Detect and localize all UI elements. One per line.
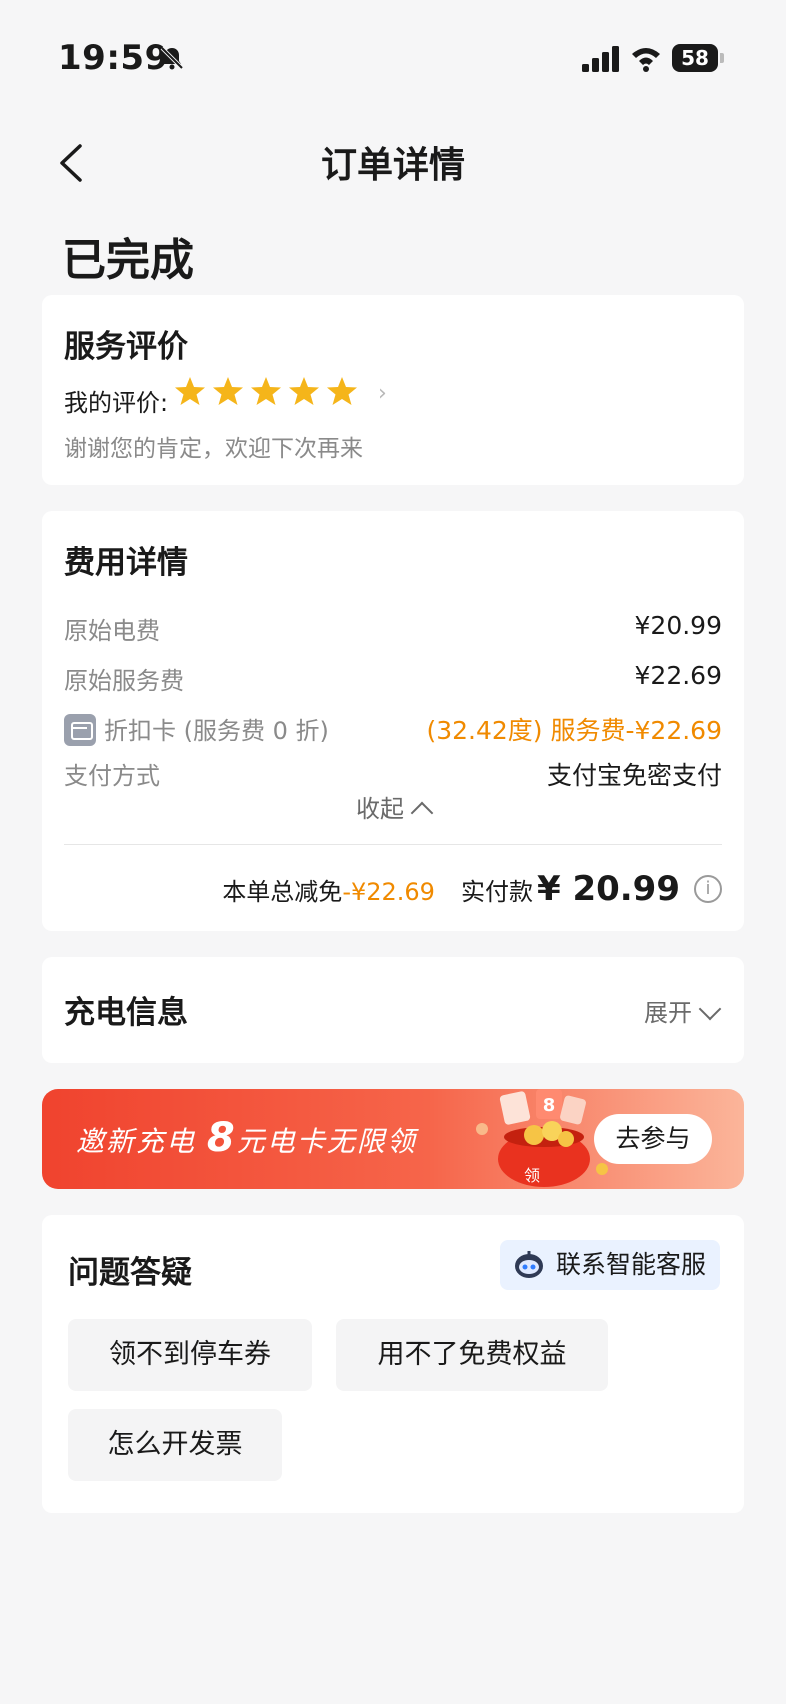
fee-label: 折扣卡 (服务费 0 折) [104,717,329,745]
collapse-button[interactable]: 收起 [42,789,744,825]
expand-label: 展开 [644,999,692,1027]
cellular-signal-icon [582,46,619,72]
collapse-label: 收起 [356,795,404,823]
promo-banner[interactable]: 邀新充电 8元电卡无限领 8 领 去参与 [42,1089,744,1189]
star-icon [251,377,281,405]
total-discount-value: -¥22.69 [342,878,435,906]
rating-title: 服务评价 [64,329,188,365]
fee-title: 费用详情 [64,545,188,581]
fee-label: 原始电费 [64,617,160,645]
fee-row-electricity: 原始电费 ¥20.99 [64,611,722,645]
charging-title: 充电信息 [64,995,188,1031]
battery-icon: 58 [672,44,724,72]
star-icon [289,377,319,405]
info-icon[interactable]: i [694,875,722,903]
contact-support-button[interactable]: 联系智能客服 [499,1240,720,1290]
faq-chip[interactable]: 领不到停车券 [68,1319,312,1391]
gift-number: 8 [543,1095,556,1116]
bell-muted-icon [160,46,184,70]
paid-amount: ¥ 20.99 [536,869,680,909]
fee-value: ¥20.99 [634,611,722,640]
fee-value: 支付宝免密支付 [546,761,722,790]
star-rating [174,375,364,407]
star-icon [175,377,205,405]
chevron-down-icon [698,997,722,1021]
total-discount-label: 本单总减免 [222,878,343,906]
faq-card: 问题答疑 联系智能客服 领不到停车券 用不了免费权益 怎么开发票 [42,1215,744,1513]
wifi-icon [632,48,660,72]
charging-info-card: 充电信息 展开 [42,957,744,1063]
discount-card-icon [64,714,96,746]
expand-button[interactable]: 展开 [644,993,722,1028]
star-icon [213,377,243,405]
chevron-up-icon [410,801,434,825]
fee-value: ¥22.69 [634,661,722,690]
fee-details-card: 费用详情 原始电费 ¥20.99 原始服务费 ¥22.69 折扣卡 (服务费 0… [42,511,744,931]
faq-title: 问题答疑 [68,1255,192,1291]
fee-label: 原始服务费 [64,667,184,695]
faq-chip[interactable]: 怎么开发票 [68,1409,282,1481]
rating-thanks-text: 谢谢您的肯定，欢迎下次再来 [64,436,363,462]
banner-text: 邀新充电 8元电卡无限领 [76,1115,417,1161]
battery-level: 58 [672,44,718,72]
fee-label: 支付方式 [64,762,160,790]
page-title: 订单详情 [320,145,465,186]
order-status: 已完成 [62,235,194,286]
faq-chip[interactable]: 用不了免费权益 [336,1319,608,1391]
fee-value: (32.42度) 服务费-¥22.69 [426,716,722,745]
status-bar: 19:59 58 [0,0,786,110]
fee-row-discount-card: 折扣卡 (服务费 0 折) (32.42度) 服务费-¥22.69 [64,711,722,746]
gift-label: 领 [524,1166,540,1185]
status-time: 19:59 [58,38,169,78]
robot-icon [514,1251,543,1278]
fee-row-payment-method: 支付方式 支付宝免密支付 [64,756,722,790]
paid-label: 实付款 [460,878,533,906]
join-button[interactable]: 去参与 [594,1114,712,1164]
chevron-right-icon[interactable]: › [378,381,387,406]
total-row: 本单总减免 -¥22.69 实付款 ¥ 20.99 i [222,869,722,909]
fee-row-service: 原始服务费 ¥22.69 [64,661,722,695]
divider [64,844,722,845]
star-icon [327,377,357,405]
rating-label: 我的评价: [64,389,169,417]
service-rating-card[interactable]: 服务评价 我的评价: › 谢谢您的肯定，欢迎下次再来 [42,295,744,485]
support-label: 联系智能客服 [555,1250,706,1279]
